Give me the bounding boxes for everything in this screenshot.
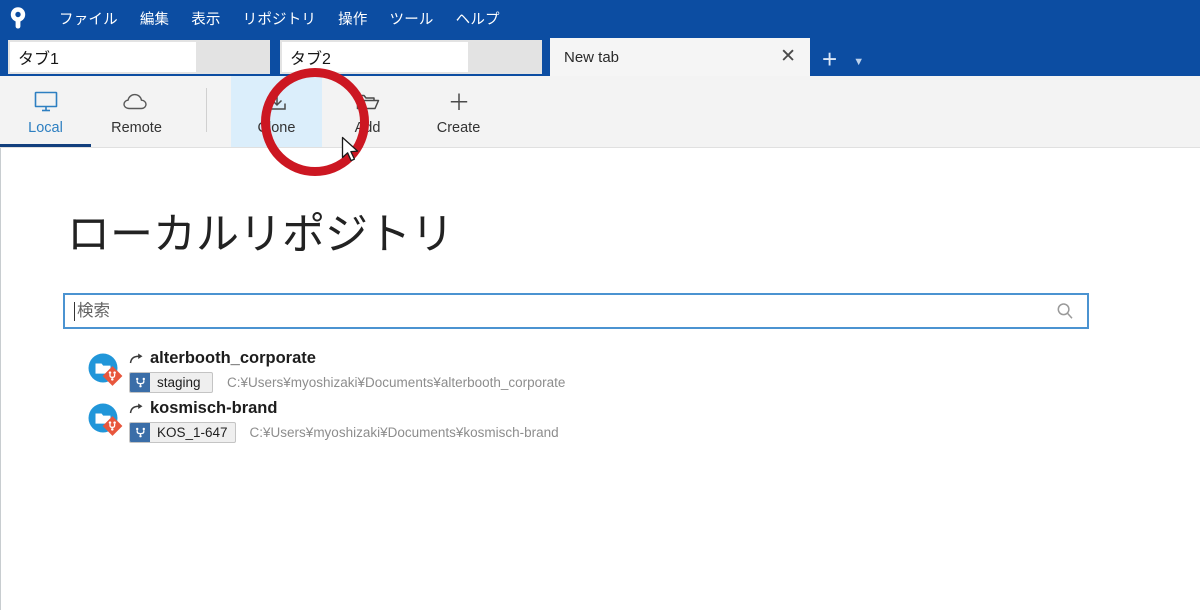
toolbar-separator	[206, 88, 207, 132]
tab-new-tab[interactable]: New tab ✕	[550, 38, 810, 76]
repository-path: C:¥Users¥myoshizaki¥Documents¥kosmisch-b…	[249, 425, 559, 440]
branch-badge[interactable]: staging	[129, 372, 213, 393]
repository-folder-icon	[87, 351, 123, 391]
search-icon[interactable]	[1055, 301, 1087, 321]
toolbar-button-add-label: Add	[354, 120, 381, 136]
repository-name: alterbooth_corporate	[150, 349, 316, 367]
tab-bar: タブ1 タブ2 New tab ✕ + ▼	[0, 36, 1200, 76]
branch-name: KOS_1-647	[157, 425, 228, 440]
close-icon[interactable]: ✕	[776, 47, 800, 68]
download-arrow-icon	[263, 87, 291, 117]
repository-row[interactable]: alterbooth_corporate staging C:¥Users¥my…	[1, 348, 1101, 398]
tab-new-tab-label: New tab	[564, 48, 620, 66]
app-window: ファイル 編集 表示 リポジトリ 操作 ツール ヘルプ タブ1 タブ2 New …	[0, 0, 1200, 610]
tab-2[interactable]: タブ2	[278, 38, 544, 76]
menu-items: ファイル 編集 表示 リポジトリ 操作 ツール ヘルプ	[48, 6, 511, 31]
page-title: ローカルリポジトリ	[67, 211, 454, 259]
toolbar-button-remote[interactable]: Remote	[91, 76, 182, 147]
branch-badge[interactable]: KOS_1-647	[129, 422, 236, 443]
repository-sub-line: staging C:¥Users¥myoshizaki¥Documents¥al…	[129, 372, 565, 393]
branch-icon	[130, 373, 150, 392]
repository-name-line: kosmisch-brand	[129, 398, 559, 419]
repository-sub-line: KOS_1-647 C:¥Users¥myoshizaki¥Documents¥…	[129, 422, 559, 443]
menu-item-repository[interactable]: リポジトリ	[232, 6, 328, 31]
repository-name-line: alterbooth_corporate	[129, 348, 565, 369]
toolbar: Local Remote Clone Add Create	[0, 76, 1200, 148]
content-area: ローカルリポジトリ 検索 alterbooth_corporate stagin…	[0, 148, 1200, 610]
toolbar-button-clone[interactable]: Clone	[231, 76, 322, 147]
branch-name: staging	[157, 375, 201, 390]
chevron-down-icon[interactable]: ▼	[845, 57, 874, 76]
menu-item-actions[interactable]: 操作	[327, 6, 378, 31]
plus-icon	[445, 87, 473, 117]
repository-row[interactable]: kosmisch-brand KOS_1-647 C:¥Users¥myoshi…	[1, 398, 1101, 448]
curved-arrow-icon	[129, 402, 144, 416]
cloud-icon	[120, 87, 154, 117]
menu-item-tools[interactable]: ツール	[379, 6, 445, 31]
tab-1[interactable]: タブ1	[6, 38, 272, 76]
menu-bar: ファイル 編集 表示 リポジトリ 操作 ツール ヘルプ	[0, 0, 1200, 36]
toolbar-button-clone-label: Clone	[257, 120, 296, 136]
active-tab-underline	[0, 144, 91, 147]
menu-item-file[interactable]: ファイル	[48, 6, 129, 31]
repository-folder-icon	[87, 401, 123, 441]
tab-1-label: タブ1	[10, 42, 196, 72]
repository-path: C:¥Users¥myoshizaki¥Documents¥alterbooth…	[227, 375, 566, 390]
menu-item-edit[interactable]: 編集	[129, 6, 180, 31]
repository-info: kosmisch-brand KOS_1-647 C:¥Users¥myoshi…	[129, 398, 559, 443]
menu-item-view[interactable]: 表示	[180, 6, 231, 31]
search-input[interactable]	[75, 300, 1055, 322]
menu-item-help[interactable]: ヘルプ	[445, 6, 511, 31]
toolbar-button-local[interactable]: Local	[0, 76, 91, 147]
monitor-icon	[32, 87, 60, 117]
toolbar-button-add[interactable]: Add	[322, 76, 413, 147]
repository-info: alterbooth_corporate staging C:¥Users¥my…	[129, 348, 565, 393]
curved-arrow-icon	[129, 352, 144, 366]
tab-2-label: タブ2	[282, 42, 468, 72]
toolbar-button-local-label: Local	[28, 120, 63, 136]
repository-list: alterbooth_corporate staging C:¥Users¥my…	[1, 348, 1101, 448]
folder-open-icon	[353, 87, 383, 117]
toolbar-button-create[interactable]: Create	[413, 76, 504, 147]
toolbar-button-create-label: Create	[436, 120, 481, 136]
search-field[interactable]	[63, 293, 1089, 329]
branch-icon	[130, 423, 150, 442]
sourcetree-logo-icon	[0, 0, 36, 36]
repository-name: kosmisch-brand	[150, 399, 278, 417]
toolbar-button-remote-label: Remote	[111, 120, 162, 136]
add-tab-icon[interactable]: +	[810, 46, 845, 76]
